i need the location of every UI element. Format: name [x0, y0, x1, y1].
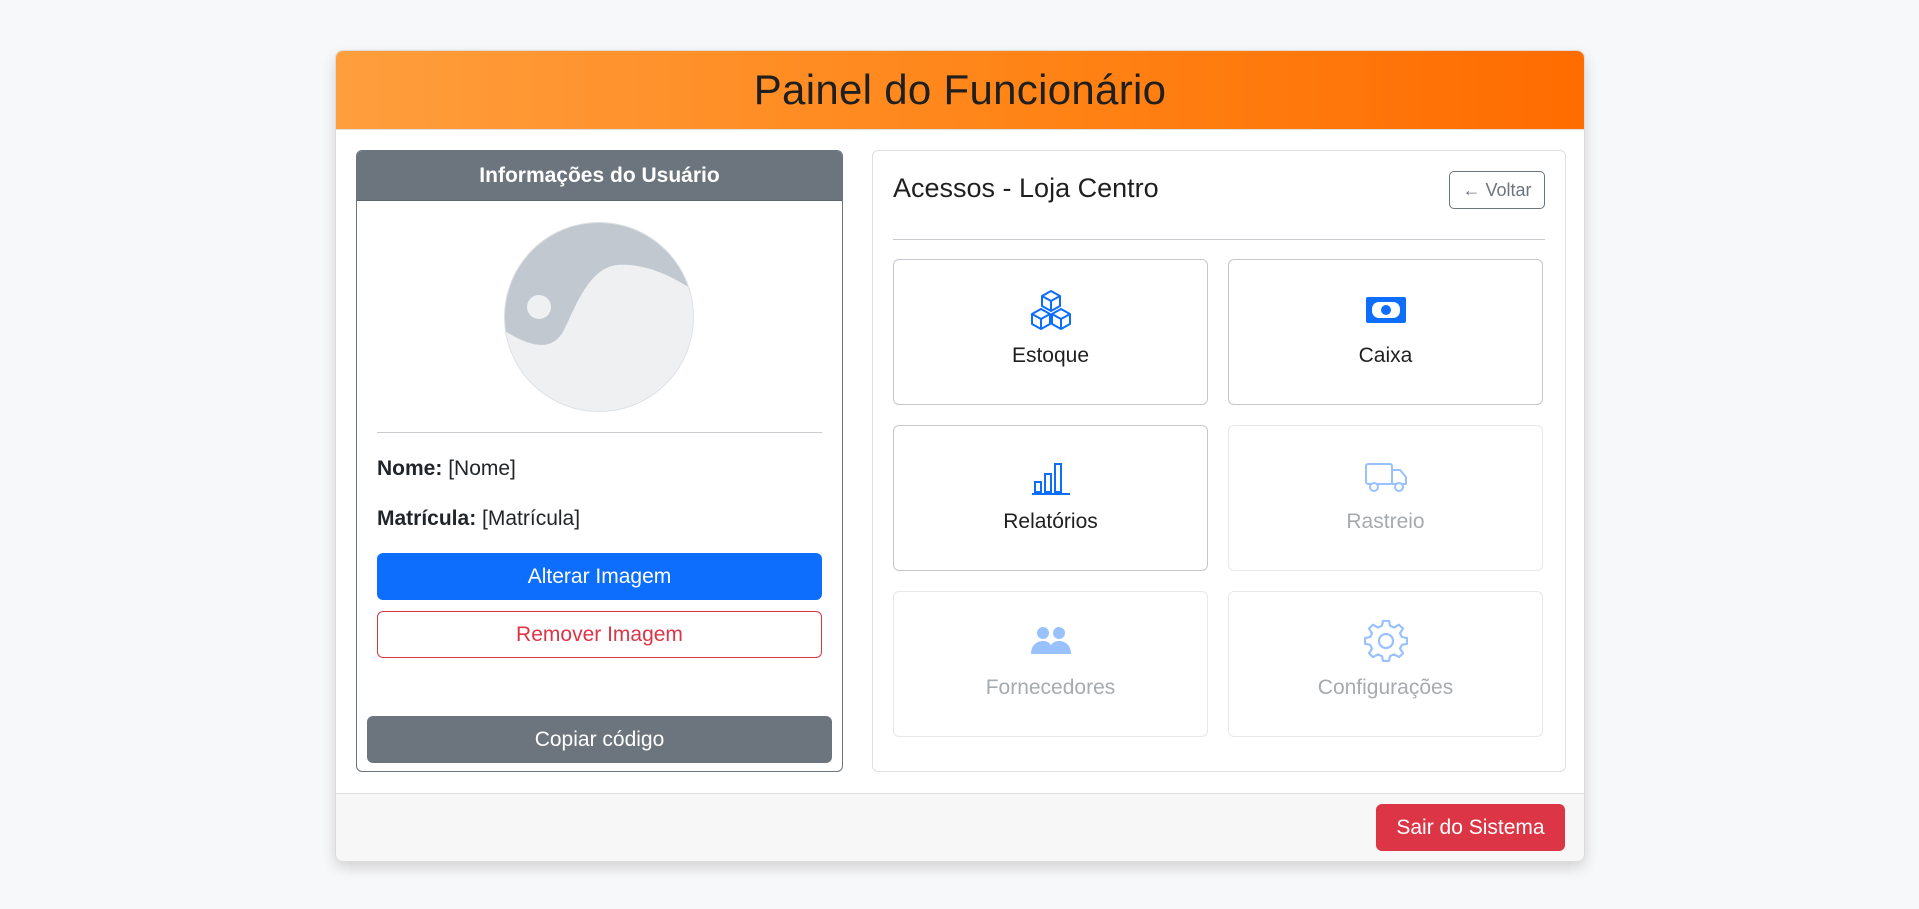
back-button[interactable]: ← Voltar: [1449, 171, 1545, 209]
copy-code-button[interactable]: Copiar código: [367, 716, 832, 763]
gear-icon: [1363, 620, 1408, 664]
tile-label: Rastreio: [1346, 510, 1425, 533]
user-registration-row: Matrícula: [Matrícula]: [377, 507, 580, 531]
tile-configuracoes: Configurações: [1228, 591, 1543, 737]
panel-footer: Sair do Sistema: [336, 793, 1584, 861]
user-info-title: Informações do Usuário: [357, 151, 842, 201]
tile-label: Configurações: [1317, 676, 1454, 699]
user-name-row: Nome: [Nome]: [377, 457, 516, 481]
access-divider: [893, 239, 1545, 240]
user-name-label: Nome:: [377, 457, 443, 480]
tile-fornecedores: Fornecedores: [893, 591, 1208, 737]
remove-image-button[interactable]: Remover Imagem: [377, 611, 822, 658]
tile-label: Fornecedores: [985, 676, 1116, 699]
panel-header: Painel do Funcionário: [336, 51, 1584, 130]
user-registration-label: Matrícula:: [377, 507, 477, 530]
user-info-card: Informações do Usuário Nome: [Nome] Matr…: [356, 150, 843, 772]
truck-icon: [1364, 454, 1408, 498]
bar-chart-icon: [1029, 454, 1073, 498]
tile-estoque[interactable]: Estoque: [893, 259, 1208, 405]
employee-panel: Painel do Funcionário Informações do Usu…: [335, 50, 1585, 862]
tile-label: Caixa: [1358, 344, 1413, 367]
boxes-icon: [1029, 288, 1073, 332]
logout-button[interactable]: Sair do Sistema: [1376, 804, 1565, 851]
panel-body: Informações do Usuário Nome: [Nome] Matr…: [336, 130, 1584, 794]
access-card: Acessos - Loja Centro ← Voltar Estoque C…: [872, 150, 1566, 772]
avatar-placeholder-icon: [504, 222, 694, 412]
user-name-value: [Nome]: [448, 457, 516, 480]
tile-relatorios[interactable]: Relatórios: [893, 425, 1208, 571]
tile-rastreio: Rastreio: [1228, 425, 1543, 571]
tile-label: Relatórios: [1003, 510, 1098, 533]
change-image-button[interactable]: Alterar Imagem: [377, 553, 822, 600]
user-info-divider: [377, 432, 822, 433]
tile-label: Estoque: [1011, 344, 1090, 367]
cash-icon: [1364, 288, 1408, 332]
page-title: Painel do Funcionário: [753, 66, 1167, 113]
people-icon: [1029, 620, 1073, 664]
access-title: Acessos - Loja Centro: [893, 173, 1159, 203]
tile-caixa[interactable]: Caixa: [1228, 259, 1543, 405]
user-registration-value: [Matrícula]: [482, 507, 581, 530]
